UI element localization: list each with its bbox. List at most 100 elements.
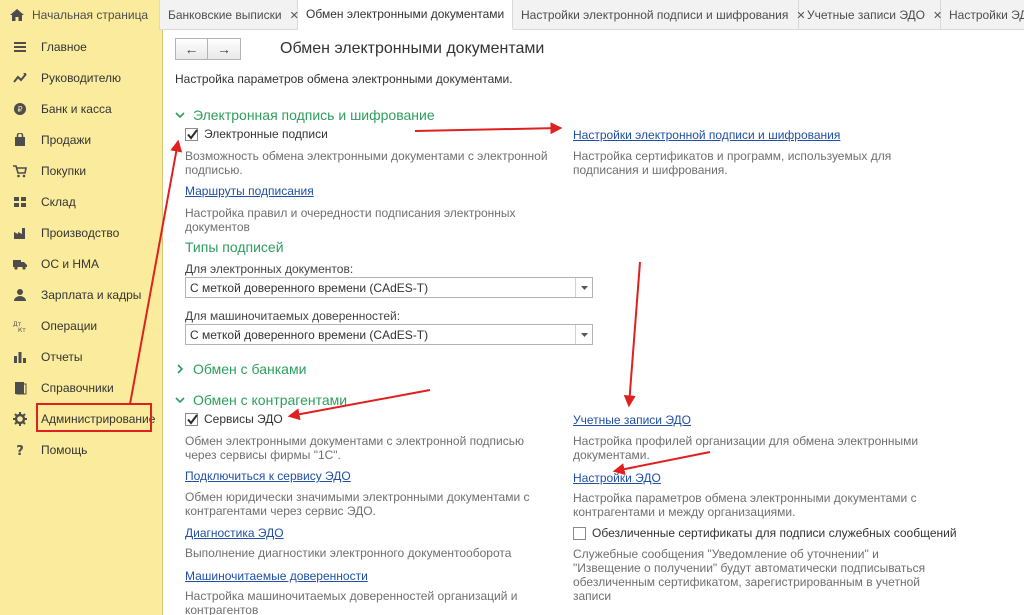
machine-readable-poa-link[interactable]: Машиночитаемые доверенности	[185, 569, 368, 583]
desc-line: Обмен юридически значимыми электронными …	[185, 490, 530, 504]
sidebar-item-salary[interactable]: Зарплата и кадры	[0, 279, 163, 310]
sidebar-item-label: Банк и касса	[41, 101, 112, 116]
select-value: С меткой доверенного времени (CAdES-T)	[190, 280, 429, 295]
sidebar-item-help[interactable]: ? Помощь	[0, 434, 163, 465]
edo-accounts-link[interactable]: Учетные записи ЭДО	[573, 413, 691, 427]
sidebar-item-label: Зарплата и кадры	[41, 287, 142, 302]
desc-line: "Извещение о получении" будут автоматиче…	[573, 561, 926, 575]
connect-edo-description: Обмен юридически значимыми электронными …	[185, 490, 530, 518]
gear-icon	[13, 411, 27, 426]
signature-types-heading: Типы подписей	[185, 239, 284, 255]
dt-kt-icon: Дт Кт	[13, 319, 27, 333]
back-button[interactable]: ←	[175, 38, 208, 60]
chevron-right-icon	[175, 364, 185, 374]
sidebar-item-purchases[interactable]: Покупки	[0, 155, 163, 186]
signing-routes-description: Настройка правил и очередности подписани…	[185, 206, 516, 234]
sidebar-item-bank[interactable]: ₽ Банк и касса	[0, 93, 163, 124]
sidebar-item-fixed-assets[interactable]: ОС и НМА	[0, 248, 163, 279]
desc-line: контрагентами через сервис ЭДО.	[185, 504, 376, 518]
checkbox-edo-services[interactable]: Сервисы ЭДО	[185, 412, 283, 426]
desc-line: контрагентов	[185, 603, 259, 615]
menu-icon	[13, 40, 27, 54]
tab-label: Настройки электронной подписи и шифрован…	[521, 8, 789, 22]
checkbox-label: Обезличенные сертификаты для подписи слу…	[592, 526, 957, 540]
desc-line: Настройка сертификатов и программ, испол…	[573, 149, 892, 163]
checkbox[interactable]	[185, 127, 198, 141]
tab-home[interactable]: Начальная страница	[0, 0, 160, 30]
checkbox-electronic-signatures[interactable]: Электронные подписи	[185, 127, 328, 141]
edo-settings-link[interactable]: Настройки ЭДО	[573, 471, 661, 485]
edo-diagnostics-link[interactable]: Диагностика ЭДО	[185, 526, 284, 540]
annotation-highlight-box	[36, 403, 152, 432]
sidebar-item-operations[interactable]: Дт Кт Операции	[0, 310, 163, 341]
desc-line: Настройка правил и очередности подписани…	[185, 206, 516, 220]
truck-icon	[13, 257, 27, 271]
checkbox[interactable]	[573, 526, 586, 540]
bag-icon	[13, 132, 27, 147]
chevron-down-icon[interactable]	[575, 278, 592, 297]
tab-bank-statements[interactable]: Банковские выписки ✕	[160, 0, 299, 30]
tab-edo-exchange[interactable]: Обмен электронными документами	[298, 0, 513, 30]
section-title: Обмен с банками	[193, 361, 307, 377]
section-banks-header[interactable]: Обмен с банками	[175, 361, 306, 377]
page-subtitle: Настройка параметров обмена электронными…	[175, 72, 513, 86]
checkbox-label: Сервисы ЭДО	[204, 412, 283, 426]
sidebar-item-label: Отчеты	[41, 349, 83, 364]
connect-edo-link[interactable]: Подключиться к сервису ЭДО	[185, 469, 351, 483]
sidebar: Главное Руководителю ₽ Банк и касса Прод…	[0, 30, 163, 615]
chevron-down-icon	[175, 395, 185, 405]
edo-services-description: Обмен электронными документами с электро…	[185, 434, 524, 462]
signature-settings-link[interactable]: Настройки электронной подписи и шифрован…	[573, 128, 840, 142]
tab-edo-settings[interactable]: Настройки ЭДО	[941, 0, 1024, 30]
desc-line: Обмен электронными документами с электро…	[185, 434, 524, 448]
tab-label: Начальная страница	[32, 8, 149, 22]
section-signature-header[interactable]: Электронная подпись и шифрование	[175, 107, 435, 123]
forward-button[interactable]: →	[208, 38, 241, 60]
poa-signature-label: Для машиночитаемых доверенностей:	[185, 309, 401, 323]
checkbox-anonymous-certificates[interactable]: Обезличенные сертификаты для подписи слу…	[573, 526, 957, 540]
tab-label: Настройки ЭДО	[949, 8, 1024, 22]
factory-icon	[13, 226, 27, 240]
svg-text:?: ?	[16, 444, 24, 457]
sidebar-item-label: Руководителю	[41, 70, 122, 85]
chevron-down-icon	[175, 110, 185, 120]
chevron-down-icon[interactable]	[575, 325, 592, 344]
checkbox[interactable]	[185, 412, 198, 426]
sidebar-item-catalogs[interactable]: Справочники	[0, 372, 163, 403]
tab-edo-accounts[interactable]: Учетные записи ЭДО ✕	[799, 0, 942, 30]
edoc-signature-select[interactable]: С меткой доверенного времени (CAdES-T)	[185, 277, 593, 298]
edo-accounts-description: Настройка профилей организации для обмен…	[573, 434, 918, 462]
sidebar-item-director[interactable]: Руководителю	[0, 62, 163, 93]
desc-line: подписью.	[185, 163, 243, 177]
trend-icon	[13, 71, 27, 85]
sidebar-item-production[interactable]: Производство	[0, 217, 163, 248]
desc-line: Настройка машиночитаемых доверенностей о…	[185, 589, 518, 603]
sidebar-item-sales[interactable]: Продажи	[0, 124, 163, 155]
books-icon	[13, 381, 27, 395]
checkbox-description: Возможность обмена электронными документ…	[185, 149, 548, 177]
sidebar-item-main[interactable]: Главное	[0, 31, 163, 62]
svg-text:Кт: Кт	[18, 327, 26, 333]
poa-signature-select[interactable]: С меткой доверенного времени (CAdES-T)	[185, 324, 593, 345]
tab-signature-settings[interactable]: Настройки электронной подписи и шифрован…	[513, 0, 806, 30]
sidebar-item-label: Главное	[41, 39, 87, 54]
cart-icon	[13, 164, 27, 178]
bar-chart-icon	[13, 350, 27, 364]
signature-settings-description: Настройка сертификатов и программ, испол…	[573, 149, 891, 177]
sidebar-item-warehouse[interactable]: Склад	[0, 186, 163, 217]
sidebar-item-reports[interactable]: Отчеты	[0, 341, 163, 372]
warehouse-icon	[13, 195, 27, 209]
desc-line: контрагентами и между организациями.	[573, 505, 796, 519]
home-icon	[10, 9, 24, 21]
signing-routes-link[interactable]: Маршруты подписания	[185, 184, 314, 198]
section-partners-header[interactable]: Обмен с контрагентами	[175, 392, 347, 408]
anonymous-certificates-description: Служебные сообщения "Уведомление об уточ…	[573, 547, 925, 603]
desc-line: Настройка профилей организации для обмен…	[573, 434, 919, 448]
section-title: Обмен с контрагентами	[193, 392, 348, 408]
desc-line: обезличенным сертификатом, зарегистриров…	[573, 575, 920, 589]
coin-icon: ₽	[13, 102, 27, 116]
sidebar-item-label: Покупки	[41, 163, 87, 178]
section-title: Электронная подпись и шифрование	[193, 107, 435, 123]
sidebar-item-label: Производство	[41, 225, 120, 240]
main-content: ← → Обмен электронными документами Настр…	[164, 30, 1024, 615]
